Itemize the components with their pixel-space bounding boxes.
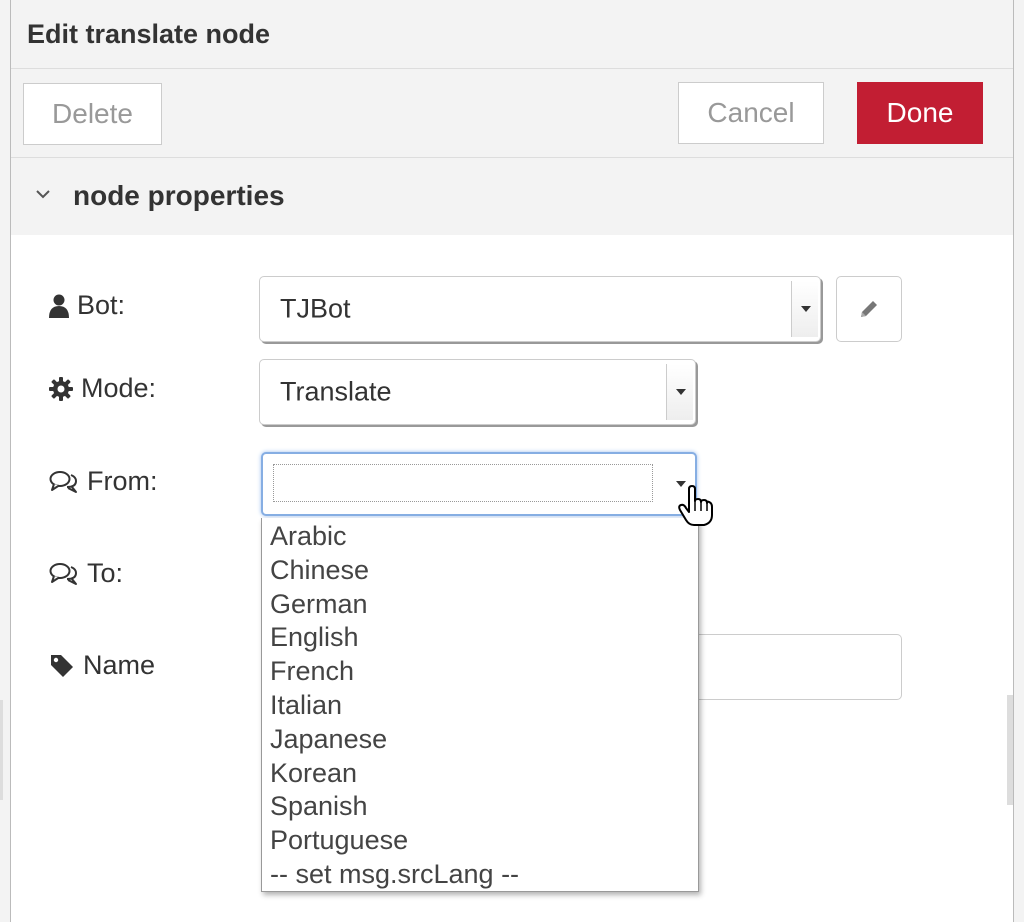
- option-japanese[interactable]: Japanese: [262, 723, 698, 757]
- chevron-down-icon[interactable]: [666, 364, 693, 420]
- chevron-down-icon: [36, 190, 50, 199]
- option-spanish[interactable]: Spanish: [262, 790, 698, 824]
- tray-toolbar: Delete Cancel Done: [11, 69, 1013, 158]
- option-chinese[interactable]: Chinese: [262, 554, 698, 588]
- section-title: node properties: [73, 180, 285, 211]
- from-label: From:: [87, 466, 158, 496]
- mode-select[interactable]: Translate: [259, 359, 696, 425]
- from-select[interactable]: [261, 452, 697, 516]
- from-label-row: From:: [49, 466, 158, 497]
- from-dropdown-list: Arabic Chinese German English French Ita…: [261, 518, 699, 892]
- name-label-row: Name: [49, 650, 155, 681]
- mode-label-row: Mode:: [49, 373, 156, 404]
- chevron-down-icon[interactable]: [791, 281, 818, 337]
- tray-title: Edit translate node: [27, 19, 271, 49]
- done-button[interactable]: Done: [857, 82, 983, 144]
- pencil-icon: [861, 301, 877, 317]
- bot-label: Bot:: [77, 290, 126, 320]
- cancel-button[interactable]: Cancel: [678, 82, 824, 144]
- name-label: Name: [83, 650, 156, 680]
- comments-icon: [49, 562, 78, 585]
- section-header-node-properties[interactable]: node properties: [11, 158, 1013, 235]
- option-korean[interactable]: Korean: [262, 757, 698, 791]
- tag-icon: [51, 654, 73, 677]
- option-portuguese[interactable]: Portuguese: [262, 824, 698, 858]
- comments-icon: [49, 470, 78, 493]
- option-english[interactable]: English: [262, 621, 698, 655]
- left-scroll-edge: [0, 700, 3, 800]
- from-select-value: [273, 464, 653, 502]
- to-label: To:: [87, 558, 124, 588]
- tray-header: Edit translate node: [11, 0, 1013, 69]
- from-options: Arabic Chinese German English French Ita…: [262, 520, 698, 892]
- option-french[interactable]: French: [262, 655, 698, 689]
- option-german[interactable]: German: [262, 588, 698, 622]
- edit-tray: Edit translate node Delete Cancel Done n…: [10, 0, 1014, 922]
- name-input[interactable]: [697, 634, 902, 700]
- option-arabic[interactable]: Arabic: [262, 520, 698, 554]
- to-label-row: To:: [49, 558, 123, 589]
- bot-select[interactable]: TJBot: [259, 276, 821, 342]
- edit-bot-button[interactable]: [836, 276, 902, 342]
- option-italian[interactable]: Italian: [262, 689, 698, 723]
- hand-cursor-icon: [678, 485, 713, 526]
- bot-label-row: Bot:: [49, 290, 125, 321]
- delete-button[interactable]: Delete: [23, 83, 162, 145]
- scrollbar[interactable]: [1007, 695, 1013, 805]
- option-set-msg-srclang[interactable]: -- set msg.srcLang --: [262, 858, 698, 892]
- user-icon: [49, 294, 69, 318]
- mode-label: Mode:: [81, 373, 157, 403]
- gear-icon: [49, 376, 73, 401]
- mode-select-value: Translate: [280, 376, 392, 407]
- bot-select-value: TJBot: [280, 293, 351, 324]
